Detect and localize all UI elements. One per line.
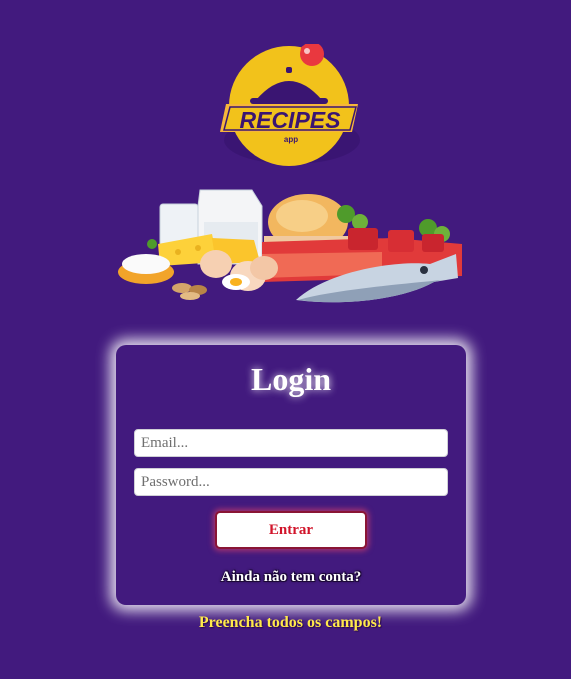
food-groceries-illustration: [118, 189, 462, 303]
svg-text:RECIPES: RECIPES: [240, 107, 342, 133]
validation-warning: Preencha todos os campos!: [198, 614, 383, 631]
recipes-app-logo: RECIPES app: [220, 44, 360, 166]
password-input[interactable]: [134, 468, 448, 496]
login-card: Login Entrar Ainda não tem conta?: [116, 345, 466, 605]
email-input[interactable]: [134, 429, 448, 457]
svg-text:app: app: [284, 135, 298, 144]
login-title: Login: [250, 361, 332, 397]
login-submit-button[interactable]: Entrar: [215, 511, 367, 549]
signup-link[interactable]: Ainda não tem conta?: [116, 569, 466, 586]
